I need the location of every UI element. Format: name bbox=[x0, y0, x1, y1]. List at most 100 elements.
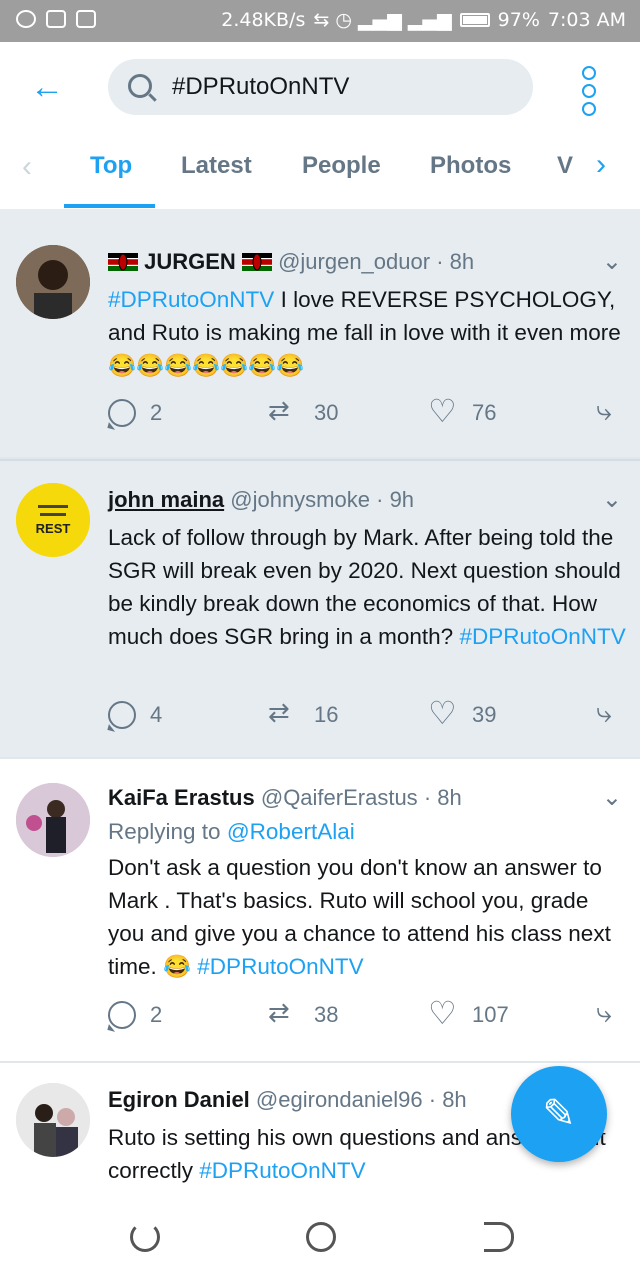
emoji: 😂😂😂😂😂😂😂 bbox=[108, 353, 305, 378]
network-speed: 2.48KB/s bbox=[221, 9, 306, 31]
share-button[interactable] bbox=[596, 997, 624, 1030]
tweet-actions: 4 16 39 bbox=[108, 694, 628, 733]
retweet-button[interactable]: 16 bbox=[268, 697, 339, 729]
replying-to: Replying to @RobertAlai bbox=[108, 815, 628, 848]
replying-to-link[interactable]: @RobertAlai bbox=[227, 819, 355, 844]
tweet-time: 8h bbox=[437, 785, 462, 810]
tweet-time: 9h bbox=[389, 487, 415, 512]
tab-photos[interactable]: Photos bbox=[430, 152, 511, 180]
kenya-flag-icon bbox=[241, 253, 272, 271]
like-button[interactable]: 76 bbox=[428, 392, 497, 430]
hashtag-link[interactable]: #DPRutoOnNTV bbox=[108, 287, 274, 312]
hashtag-link[interactable]: #DPRutoOnNTV bbox=[459, 624, 625, 649]
author-name[interactable]: john maina bbox=[108, 487, 224, 512]
hashtag-link[interactable]: #DPRutoOnNTV bbox=[199, 1158, 365, 1183]
retweet-icon bbox=[268, 997, 300, 1029]
share-icon bbox=[596, 697, 624, 730]
tweet-actions: 2 30 76 bbox=[108, 392, 628, 431]
replying-prefix: Replying to bbox=[108, 819, 227, 844]
dot-separator: · bbox=[436, 249, 450, 274]
battery-icon bbox=[459, 13, 490, 27]
author-handle[interactable]: @johnysmoke bbox=[230, 487, 370, 512]
tweet-time: 8h bbox=[442, 1087, 467, 1112]
avatar[interactable]: REST bbox=[16, 483, 90, 557]
search-icon bbox=[128, 74, 152, 98]
like-button[interactable]: 107 bbox=[428, 994, 509, 1032]
search-query[interactable]: #DPRutoOnNTV bbox=[172, 73, 349, 101]
tab-latest[interactable]: Latest bbox=[181, 152, 252, 180]
tweet-header: JURGEN @jurgen_oduor · 8h bbox=[108, 249, 474, 275]
retweet-count: 38 bbox=[314, 1002, 339, 1027]
chevron-right-icon[interactable]: › bbox=[596, 148, 606, 182]
share-button[interactable] bbox=[596, 697, 624, 730]
chevron-left-icon[interactable]: ‹ bbox=[22, 150, 32, 184]
chevron-down-icon[interactable]: ⌄ bbox=[602, 247, 622, 276]
retweet-button[interactable]: 38 bbox=[268, 997, 339, 1029]
retweet-button[interactable]: 30 bbox=[268, 395, 338, 427]
avatar[interactable] bbox=[16, 783, 90, 857]
status-bar: 2.48KB/s ⇆ ◷ ▂▄▆ ▂▄▆ 97% 7:03 AM bbox=[0, 0, 640, 42]
tweet[interactable]: KaiFa Erastus @QaiferErastus · 8h ⌄ Repl… bbox=[0, 761, 640, 1063]
author-name[interactable]: KaiFa Erastus bbox=[108, 785, 255, 810]
like-count: 76 bbox=[472, 400, 497, 425]
gallery-icon bbox=[76, 10, 96, 28]
share-button[interactable] bbox=[596, 395, 624, 428]
compose-tweet-button[interactable]: ✎ bbox=[511, 1066, 607, 1162]
divider bbox=[0, 209, 640, 223]
kenya-flag-icon bbox=[108, 253, 138, 271]
retweet-icon bbox=[268, 395, 300, 427]
compose-feather-icon: ✎ bbox=[542, 1092, 576, 1136]
author-handle[interactable]: @jurgen_oduor bbox=[278, 249, 430, 274]
back-arrow-icon[interactable]: ← bbox=[30, 70, 64, 104]
emoji: 😂 bbox=[163, 954, 192, 979]
retweet-count: 16 bbox=[314, 702, 339, 727]
tweet-text: Lack of follow through by Mark. After be… bbox=[108, 521, 628, 653]
tab-top[interactable]: Top bbox=[90, 152, 132, 180]
tweet[interactable]: REST john maina @johnysmoke · 9h ⌄ Lack … bbox=[0, 459, 640, 759]
like-button[interactable]: 39 bbox=[428, 694, 497, 732]
recent-apps-icon[interactable] bbox=[130, 1222, 160, 1252]
reply-button[interactable]: 4 bbox=[108, 701, 162, 729]
chevron-down-icon[interactable]: ⌄ bbox=[602, 783, 622, 812]
gmail-icon bbox=[46, 10, 66, 28]
dot-separator: · bbox=[376, 487, 390, 512]
signal-icon: ⇆ ◷ ▂▄▆ ▂▄▆ bbox=[313, 9, 452, 31]
avatar-label: REST bbox=[36, 521, 71, 536]
back-icon[interactable] bbox=[484, 1222, 514, 1252]
chevron-down-icon[interactable]: ⌄ bbox=[602, 485, 622, 514]
reply-button[interactable]: 2 bbox=[108, 1001, 162, 1029]
tweet-time: 8h bbox=[449, 249, 475, 274]
reply-button[interactable]: 2 bbox=[108, 399, 162, 427]
heart-icon bbox=[428, 994, 458, 1032]
notification-icon bbox=[16, 10, 36, 28]
tweet-header: Egiron Daniel @egirondaniel96 · 8h bbox=[108, 1087, 467, 1113]
author-name[interactable]: Egiron Daniel bbox=[108, 1087, 250, 1112]
search-bar[interactable]: #DPRutoOnNTV bbox=[108, 59, 533, 115]
battery-level: 97% bbox=[497, 9, 540, 31]
like-count: 39 bbox=[472, 702, 497, 727]
more-options-icon[interactable] bbox=[582, 66, 596, 116]
clock: 7:03 AM bbox=[547, 9, 626, 31]
heart-icon bbox=[428, 694, 458, 732]
tab-videos[interactable]: V bbox=[557, 152, 573, 180]
author-handle[interactable]: @egirondaniel96 bbox=[256, 1087, 423, 1112]
tab-people[interactable]: People bbox=[302, 152, 381, 180]
avatar[interactable] bbox=[16, 1083, 90, 1157]
reply-count: 2 bbox=[150, 400, 163, 425]
share-icon bbox=[596, 395, 624, 428]
tweet-header: KaiFa Erastus @QaiferErastus · 8h bbox=[108, 785, 462, 811]
search-tabs: ‹ Top Latest People Photos V › bbox=[0, 132, 640, 209]
retweet-icon bbox=[268, 697, 300, 729]
tweet[interactable]: JURGEN @jurgen_oduor · 8h ⌄ #DPRutoOnNTV… bbox=[0, 223, 640, 459]
author-name[interactable]: JURGEN bbox=[144, 249, 236, 274]
reply-icon bbox=[108, 399, 136, 427]
avatar[interactable] bbox=[16, 245, 90, 319]
hashtag-link[interactable]: #DPRutoOnNTV bbox=[197, 954, 363, 979]
reply-count: 4 bbox=[150, 702, 163, 727]
author-handle[interactable]: @QaiferErastus bbox=[261, 785, 418, 810]
tweet-text: Don't ask a question you don't know an a… bbox=[108, 851, 628, 983]
home-icon[interactable] bbox=[306, 1222, 336, 1252]
reply-icon bbox=[108, 1001, 136, 1029]
tweet-actions: 2 38 107 bbox=[108, 994, 628, 1033]
search-header: ← #DPRutoOnNTV bbox=[0, 42, 640, 132]
